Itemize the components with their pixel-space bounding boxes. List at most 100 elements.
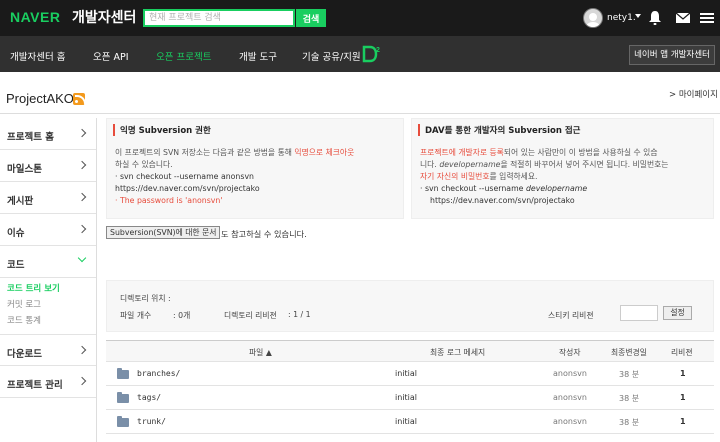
col-file[interactable]: 파일 ▲ [249, 347, 272, 358]
search-input[interactable] [143, 9, 295, 27]
sidebar-subitem-commit-log[interactable]: 커밋 로그 [7, 298, 41, 310]
dav-password-highlight: 자기 자신의 비밀번호 [420, 172, 490, 181]
sidebar-item-label: 프로젝트 홈 [7, 132, 55, 143]
project-title: ProjectAKO [6, 91, 74, 106]
chevron-right-icon [77, 192, 87, 202]
sidebar-item-download[interactable]: 다운로드 [0, 334, 96, 366]
file-date: 38 분 [619, 418, 640, 427]
sticky-revision-input[interactable] [620, 305, 658, 321]
dav-line1: 되어 있는 사람만이 이 방법을 사용하실 수 있습 [503, 148, 658, 157]
dav-svn-body: 프로젝트에 개발자로 등록되어 있는 사람만이 이 방법을 사용하실 수 있습 … [420, 147, 707, 207]
file-table-header: 파일 ▲ 최종 로그 메세지 작성자 최종변경일 리비젼 [106, 340, 714, 362]
sidebar-item-issue[interactable]: 이슈 [0, 214, 96, 246]
file-name[interactable]: trunk/ [137, 417, 166, 426]
divider [0, 113, 720, 114]
dav-svn-box: DAV를 통한 개발자의 Subversion 접근 프로젝트에 개발자로 등록… [411, 118, 714, 219]
sidebar-item-label: 코드 [7, 260, 25, 271]
nav-item-open-project[interactable]: 오픈 프로젝트 [156, 49, 211, 63]
mail-icon[interactable] [675, 11, 691, 25]
col-author: 작성자 [559, 348, 581, 357]
naver-logo[interactable]: NAVER [10, 9, 60, 25]
username[interactable]: nety1. [607, 13, 636, 23]
anon-svn-body: 이 프로젝트의 SVN 저장소는 다음과 같은 방법을 통해 익명으로 체크아웃… [115, 147, 397, 207]
chevron-right-icon [77, 128, 87, 138]
chevron-right-icon [77, 224, 87, 234]
dir-revision-value: : 1 / 1 [288, 310, 311, 319]
dir-location-label: 디렉토리 위치 : [120, 294, 171, 303]
main-nav: 개발자센터 홈 오픈 API 오픈 프로젝트 개발 도구 기술 공유/지원 2 [0, 36, 720, 72]
sidebar-item-label: 이슈 [7, 228, 25, 239]
search-button[interactable]: 검색 [296, 9, 326, 27]
dav-developername-cmd: developername [525, 184, 588, 193]
anon-checkout-command: svn checkout --username anonsvn https://… [115, 172, 260, 193]
rss-icon[interactable] [73, 93, 85, 105]
anon-line1: 이 프로젝트의 SVN 저장소는 다음과 같은 방법을 통해 [115, 148, 295, 157]
chevron-right-icon [77, 376, 87, 386]
dav-svn-title: DAV를 통한 개발자의 Subversion 접근 [418, 124, 580, 136]
file-revision[interactable]: 1 [680, 393, 686, 402]
anon-checkout-highlight: 익명으로 체크아웃 [294, 148, 355, 157]
chevron-right-icon [77, 345, 87, 355]
nav-item-open-api[interactable]: 오픈 API [93, 49, 129, 63]
set-revision-button[interactable]: 설정 [663, 306, 692, 320]
sidebar-item-milestone[interactable]: 마일스톤 [0, 150, 96, 182]
nav-item-home[interactable]: 개발자센터 홈 [10, 49, 65, 63]
dav-line3: 를 입력하세요. [489, 172, 538, 181]
developer-center-title[interactable]: 개발자센터 [72, 7, 136, 27]
dav-developername: developername [439, 160, 501, 169]
sidebar-item-project-home[interactable]: 프로젝트 홈 [0, 118, 96, 150]
folder-icon [117, 392, 129, 403]
sidebar-item-label: 마일스톤 [7, 164, 42, 175]
table-row[interactable]: tags/ initial anonsvn 38 분 1 [106, 386, 714, 410]
dir-revision-label: 디렉토리 리비젼 [224, 311, 277, 320]
file-name[interactable]: tags/ [137, 393, 161, 402]
file-name[interactable]: branches/ [137, 369, 180, 378]
nav-item-dev-tools[interactable]: 개발 도구 [239, 49, 277, 63]
dav-line2b: 을 적절히 바꾸어서 넣어 주시면 됩니다. 비밀번호는 [500, 160, 669, 169]
file-author: anonsvn [553, 393, 587, 402]
nav-item-tech-share[interactable]: 기술 공유/지원 [302, 49, 361, 63]
file-count-label: 파일 개수 [120, 311, 152, 320]
sidebar-item-project-admin[interactable]: 프로젝트 관리 [0, 366, 96, 398]
chevron-down-icon [77, 253, 87, 263]
folder-icon [117, 368, 129, 379]
svn-doc-suffix: 도 참고하실 수 있습니다. [221, 229, 307, 239]
mypage-link[interactable]: > 마이페이지 [669, 88, 718, 100]
folder-icon [117, 416, 129, 427]
svn-doc-button[interactable]: Subversion(SVN)에 대한 문서 [106, 226, 221, 239]
file-date: 38 분 [619, 394, 640, 403]
sidebar: 프로젝트 홈 마일스톤 게시판 이슈 코드 코드 트리 보기 커밋 로그 코드 … [0, 118, 97, 442]
top-bar: NAVER 개발자센터 검색 nety1. [0, 0, 720, 36]
col-revision: 리비젼 [671, 348, 693, 357]
sidebar-item-label: 게시판 [7, 196, 34, 207]
bell-icon[interactable] [648, 10, 662, 26]
menu-icon[interactable] [700, 11, 714, 25]
dav-checkout-command: svn checkout --username [424, 184, 526, 193]
sidebar-subitem-code-stats[interactable]: 코드 통계 [7, 314, 41, 326]
file-revision[interactable]: 1 [680, 417, 686, 426]
d2-logo-icon[interactable]: 2 [362, 45, 382, 63]
sidebar-subitem-code-tree[interactable]: 코드 트리 보기 [7, 282, 60, 294]
file-revision[interactable]: 1 [680, 369, 686, 378]
sidebar-item-label: 다운로드 [7, 349, 42, 360]
table-row[interactable]: trunk/ initial anonsvn 38 분 1 [106, 410, 714, 434]
anon-svn-title: 익명 Subversion 권한 [113, 124, 211, 136]
chevron-down-icon[interactable] [635, 14, 641, 18]
file-log: initial [395, 417, 417, 426]
anon-password-note: The password is 'anonsvn' [119, 196, 223, 205]
col-last-log: 최종 로그 메세지 [430, 348, 486, 357]
sticky-revision-label: 스티키 리비젼 [548, 311, 594, 320]
file-log: initial [395, 393, 417, 402]
file-author: anonsvn [553, 417, 587, 426]
file-count-value: : 0개 [173, 311, 191, 320]
sidebar-item-code[interactable]: 코드 [0, 246, 96, 278]
anon-svn-box: 익명 Subversion 권한 이 프로젝트의 SVN 저장소는 다음과 같은… [106, 118, 404, 219]
file-log: initial [395, 369, 417, 378]
naver-app-dev-center-button[interactable]: 네이버 앱 개발자센터 [629, 45, 715, 65]
avatar[interactable] [583, 8, 603, 28]
sidebar-item-label: 프로젝트 관리 [7, 380, 63, 391]
table-row[interactable]: branches/ initial anonsvn 38 분 1 [106, 362, 714, 386]
anon-line2: 하실 수 있습니다. [115, 160, 173, 169]
sidebar-item-board[interactable]: 게시판 [0, 182, 96, 214]
file-author: anonsvn [553, 369, 587, 378]
